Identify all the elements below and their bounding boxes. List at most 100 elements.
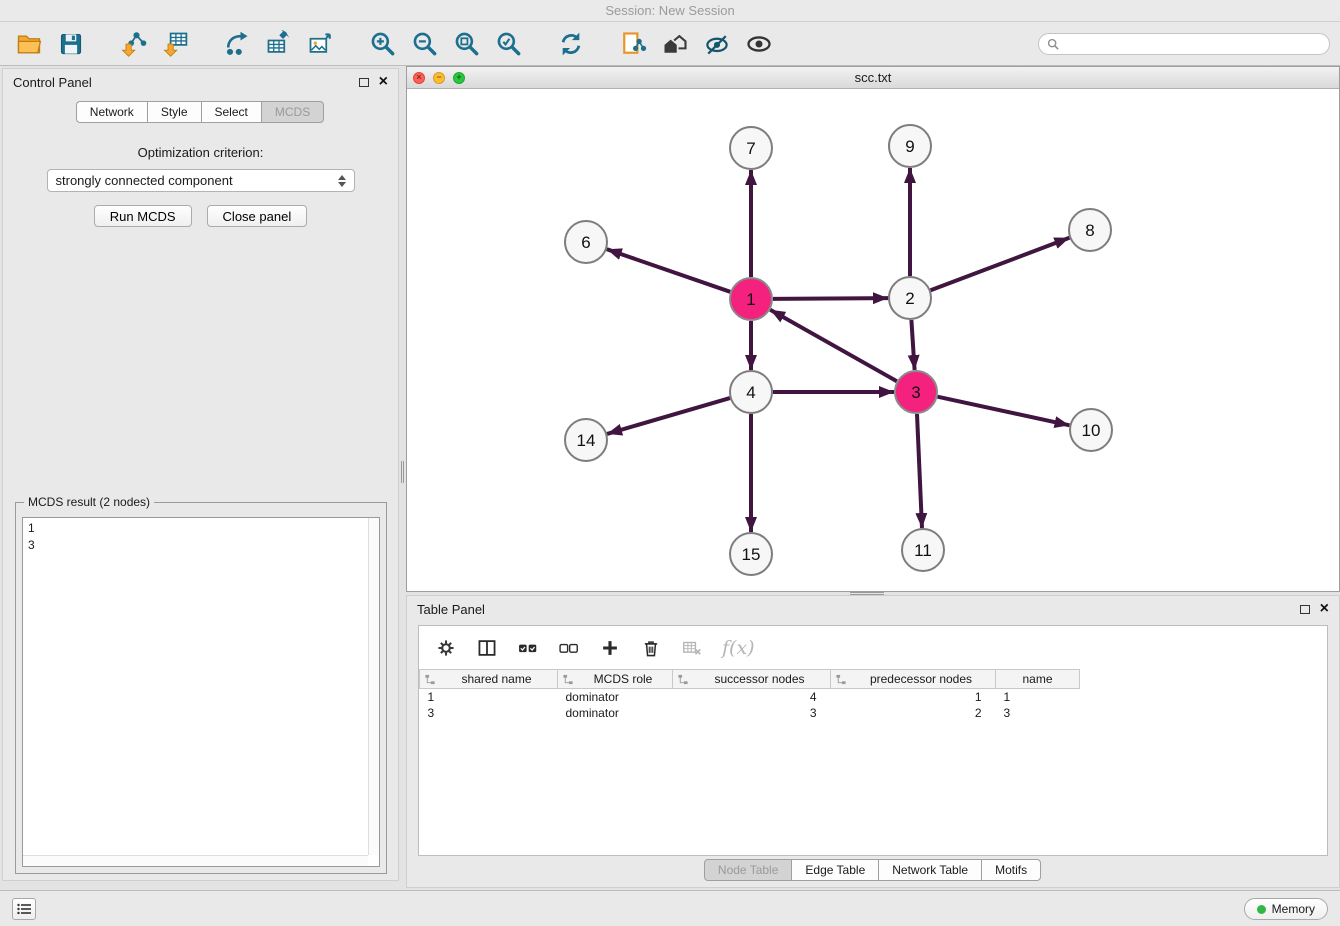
table-cell[interactable]: 1 bbox=[420, 689, 558, 705]
hide-details-button[interactable] bbox=[698, 26, 736, 62]
tab-network[interactable]: Network bbox=[76, 101, 148, 123]
criterion-value: strongly connected component bbox=[56, 173, 233, 188]
node-9[interactable]: 9 bbox=[889, 125, 931, 167]
export-table-button[interactable] bbox=[260, 26, 298, 62]
node-14[interactable]: 14 bbox=[565, 419, 607, 461]
node-4[interactable]: 4 bbox=[730, 371, 772, 413]
node-15[interactable]: 15 bbox=[730, 533, 772, 575]
show-details-button[interactable] bbox=[740, 26, 778, 62]
search-box[interactable] bbox=[1038, 33, 1330, 55]
optimization-criterion-label: Optimization criterion: bbox=[3, 145, 398, 160]
node-6[interactable]: 6 bbox=[565, 221, 607, 263]
open-session-button[interactable] bbox=[10, 26, 48, 62]
task-history-button[interactable] bbox=[12, 898, 36, 920]
table-cell[interactable]: 3 bbox=[420, 705, 558, 721]
table-panel-content: f(x) shared name MCDS role bbox=[418, 625, 1328, 856]
network-file-button[interactable] bbox=[614, 26, 652, 62]
column-header-mcds-role[interactable]: MCDS role bbox=[558, 670, 673, 689]
table-cell[interactable]: 2 bbox=[831, 705, 996, 721]
network-window-titlebar[interactable]: scc.txt × − + bbox=[407, 67, 1339, 89]
close-panel-icon[interactable]: × bbox=[1320, 601, 1329, 617]
select-all-columns-icon[interactable] bbox=[517, 637, 539, 659]
table-cell[interactable]: dominator bbox=[558, 705, 673, 721]
window-close-button[interactable]: × bbox=[413, 72, 425, 84]
table-cell[interactable]: 4 bbox=[673, 689, 831, 705]
node-8[interactable]: 8 bbox=[1069, 209, 1111, 251]
tab-motifs[interactable]: Motifs bbox=[981, 859, 1041, 881]
node-7[interactable]: 7 bbox=[730, 127, 772, 169]
horizontal-scrollbar[interactable] bbox=[23, 855, 368, 866]
edge-1-2[interactable] bbox=[773, 298, 888, 299]
run-mcds-button[interactable]: Run MCDS bbox=[94, 205, 192, 227]
refresh-view-button[interactable] bbox=[552, 26, 590, 62]
column-header-name[interactable]: name bbox=[996, 670, 1080, 689]
edge-2-8[interactable] bbox=[931, 238, 1070, 290]
edge-3-10[interactable] bbox=[938, 397, 1070, 426]
tab-select[interactable]: Select bbox=[201, 101, 262, 123]
column-header-shared-name[interactable]: shared name bbox=[420, 670, 558, 689]
control-panel-header: Control Panel × bbox=[3, 69, 398, 95]
column-label: predecessor nodes bbox=[851, 672, 991, 686]
table-settings-gear-icon[interactable] bbox=[435, 637, 457, 659]
save-session-button[interactable] bbox=[52, 26, 90, 62]
search-input[interactable] bbox=[1064, 37, 1321, 51]
edge-3-1[interactable] bbox=[770, 310, 897, 381]
zoom-out-button[interactable] bbox=[406, 26, 444, 62]
tab-mcds[interactable]: MCDS bbox=[261, 101, 324, 123]
table-row[interactable]: 1dominator411 bbox=[420, 689, 1080, 705]
close-panel-button[interactable]: Close panel bbox=[207, 205, 308, 227]
save-icon bbox=[57, 30, 85, 58]
memory-button[interactable]: Memory bbox=[1244, 898, 1328, 920]
home-button[interactable] bbox=[656, 26, 694, 62]
window-minimize-button[interactable]: − bbox=[433, 72, 445, 84]
table-row[interactable]: 3dominator323 bbox=[420, 705, 1080, 721]
show-columns-icon[interactable] bbox=[476, 637, 498, 659]
zoom-in-button[interactable] bbox=[364, 26, 402, 62]
edge-2-3[interactable] bbox=[911, 320, 914, 370]
zoom-selected-button[interactable] bbox=[490, 26, 528, 62]
column-header-successor-nodes[interactable]: successor nodes bbox=[673, 670, 831, 689]
deselect-all-columns-icon[interactable] bbox=[558, 637, 580, 659]
vertical-scrollbar[interactable] bbox=[368, 518, 379, 855]
node-10[interactable]: 10 bbox=[1070, 409, 1112, 451]
float-window-icon[interactable] bbox=[1300, 605, 1310, 614]
new-network-button[interactable] bbox=[218, 26, 256, 62]
node-1[interactable]: 1 bbox=[730, 278, 772, 320]
vertical-splitter-handle[interactable] bbox=[399, 455, 406, 489]
tab-edge-table[interactable]: Edge Table bbox=[791, 859, 879, 881]
table-cell[interactable]: 3 bbox=[673, 705, 831, 721]
node-3[interactable]: 3 bbox=[895, 371, 937, 413]
node-11[interactable]: 11 bbox=[902, 529, 944, 571]
export-image-button[interactable] bbox=[302, 26, 340, 62]
table-cell[interactable]: dominator bbox=[558, 689, 673, 705]
criterion-dropdown[interactable]: strongly connected component bbox=[47, 169, 355, 192]
import-table-button[interactable] bbox=[156, 26, 194, 62]
zoom-in-icon bbox=[369, 30, 397, 58]
table-cell[interactable]: 3 bbox=[996, 705, 1080, 721]
import-table-icon bbox=[161, 30, 189, 58]
tab-network-table[interactable]: Network Table bbox=[878, 859, 982, 881]
float-window-icon[interactable] bbox=[359, 78, 369, 87]
control-panel-tabs: NetworkStyleSelectMCDS bbox=[3, 101, 398, 123]
edge-4-14[interactable] bbox=[607, 398, 730, 434]
delete-column-trash-icon[interactable] bbox=[640, 637, 662, 659]
home-icon bbox=[661, 30, 689, 58]
tab-style[interactable]: Style bbox=[147, 101, 202, 123]
result-line: 3 bbox=[28, 537, 374, 554]
node-2[interactable]: 2 bbox=[889, 277, 931, 319]
network-canvas[interactable]: 7 9 6 8 1 2 4 3 14 10 15 11 bbox=[407, 89, 1339, 592]
zoom-fit-button[interactable] bbox=[448, 26, 486, 62]
table-cell[interactable]: 1 bbox=[996, 689, 1080, 705]
edge-3-11[interactable] bbox=[917, 414, 922, 528]
add-column-icon[interactable] bbox=[599, 637, 621, 659]
close-panel-icon[interactable]: × bbox=[379, 74, 388, 90]
edge-1-6[interactable] bbox=[607, 249, 730, 292]
window-zoom-button[interactable]: + bbox=[453, 72, 465, 84]
import-network-button[interactable] bbox=[114, 26, 152, 62]
mcds-result-list[interactable]: 13 bbox=[22, 517, 380, 867]
column-header-predecessor-nodes[interactable]: predecessor nodes bbox=[831, 670, 996, 689]
tab-node-table[interactable]: Node Table bbox=[704, 859, 793, 881]
table-cell[interactable]: 1 bbox=[831, 689, 996, 705]
svg-text:3: 3 bbox=[911, 383, 920, 402]
eye-icon bbox=[745, 30, 773, 58]
